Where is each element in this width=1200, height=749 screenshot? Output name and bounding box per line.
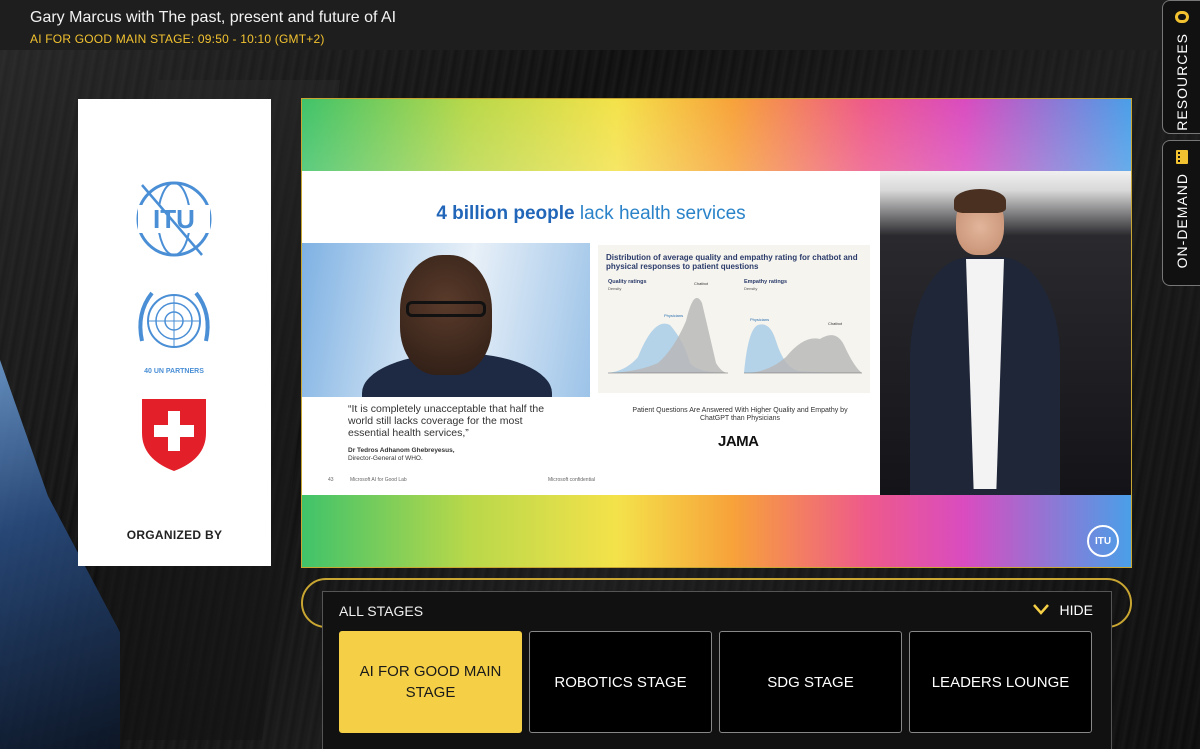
session-title: Gary Marcus with The past, present and f…: [30, 9, 397, 26]
all-stages-label: ALL STAGES: [339, 603, 424, 619]
density-chart: Distribution of average quality and empa…: [598, 245, 870, 393]
swiss-shield-logo: [140, 397, 208, 478]
quote-author-role: Director-General of WHO.: [348, 455, 423, 462]
slide-quote-author: Dr Tedros Adhanom Ghebreyesus, Director-…: [348, 447, 568, 463]
chart-left-label: Quality ratings: [608, 279, 647, 285]
on-demand-tab[interactable]: ON-DEMAND: [1162, 140, 1200, 286]
speaker-video: [880, 171, 1131, 495]
chevron-down-icon: [1032, 602, 1050, 618]
quote-author-name: Dr Tedros Adhanom Ghebreyesus,: [348, 447, 455, 454]
empathy-physicians-label: Physicians: [750, 317, 769, 322]
paperclip-icon: [1174, 9, 1190, 25]
un-emblem: 40 UN PARTNERS: [132, 283, 216, 375]
jama-logo: JAMA: [718, 433, 759, 450]
resources-tab[interactable]: RESOURCES: [1162, 0, 1200, 134]
speaker-photo: [302, 243, 590, 397]
chart-right-label: Empathy ratings: [744, 279, 787, 285]
itu-logo: ITU: [132, 177, 216, 266]
organized-by-label: ORGANIZED BY: [126, 528, 223, 542]
slide-page-number: 43: [328, 477, 334, 483]
chart-caption: Patient Questions Are Answered With High…: [632, 407, 848, 422]
chart-right-density: Density: [744, 286, 757, 291]
slide-title-light: lack health services: [579, 203, 746, 224]
slide-title: 4 billion people lack health services: [302, 203, 880, 225]
session-time: AI FOR GOOD MAIN STAGE: 09:50 - 10:10 (G…: [30, 32, 325, 46]
hide-stages-button[interactable]: HIDE: [1032, 602, 1093, 618]
video-player[interactable]: 4 billion people lack health services “I…: [301, 98, 1132, 568]
un-partners-caption: 40 UN PARTNERS: [144, 368, 204, 375]
stage-label: AI FOR GOOD MAIN STAGE: [359, 663, 502, 701]
hide-label: HIDE: [1059, 602, 1093, 618]
slide-footer-lab: Microsoft AI for Good Lab: [350, 477, 407, 483]
slide-quote: “It is completely unacceptable that half…: [348, 403, 545, 439]
resources-tab-label: RESOURCES: [1173, 33, 1190, 131]
chart-left-density: Density: [608, 286, 621, 291]
film-icon: [1174, 149, 1190, 165]
slide-title-bold: 4 billion people: [436, 203, 575, 224]
svg-text:ITU: ITU: [153, 204, 195, 234]
stages-panel: ALL STAGES HIDE AI FOR GOOD MAIN STAGE R…: [322, 591, 1112, 749]
itu-watermark-icon: ITU: [1087, 525, 1119, 557]
quality-physicians-label: Physicians: [664, 313, 683, 318]
slide-footer-confidential: Microsoft confidential: [548, 477, 595, 483]
stage-sdg[interactable]: SDG STAGE: [719, 631, 902, 733]
stage-label: SDG STAGE: [767, 673, 854, 691]
presentation-slide: 4 billion people lack health services “I…: [302, 171, 880, 495]
stage-label: LEADERS LOUNGE: [931, 673, 1070, 691]
stage-ai-for-good-main[interactable]: AI FOR GOOD MAIN STAGE: [339, 631, 522, 733]
session-header: Gary Marcus with The past, present and f…: [0, 0, 1200, 50]
chart-svg: Quality ratings Density Empathy ratings …: [608, 279, 862, 374]
quality-chatbot-label: Chatbot: [694, 281, 709, 286]
stage-label: ROBOTICS STAGE: [554, 673, 687, 691]
on-demand-tab-label: ON-DEMAND: [1173, 173, 1190, 269]
empathy-chatbot-label: Chatbot: [828, 321, 843, 326]
stage-leaders-lounge[interactable]: LEADERS LOUNGE: [909, 631, 1092, 733]
video-gradient: [302, 99, 1131, 171]
stage-robotics[interactable]: ROBOTICS STAGE: [529, 631, 712, 733]
organizer-panel: ITU 40 UN PARTNERS ORGANIZED BY: [78, 99, 271, 566]
